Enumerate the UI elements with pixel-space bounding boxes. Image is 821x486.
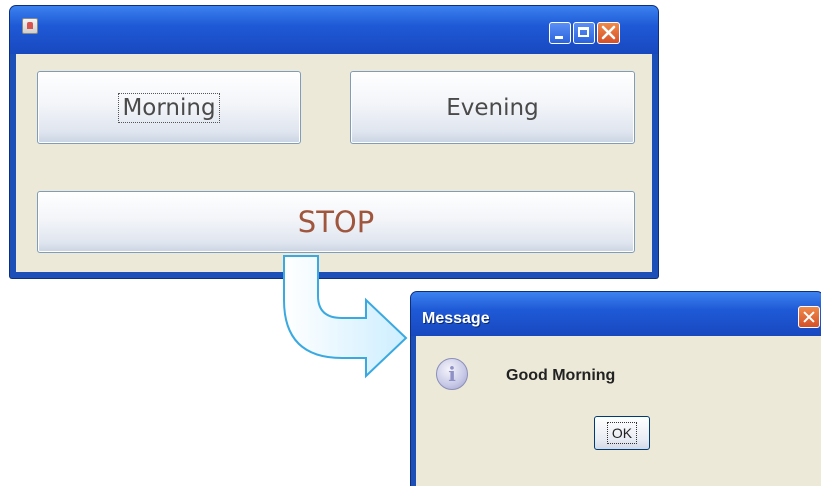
ok-button-label: OK bbox=[606, 422, 638, 444]
dialog-titlebar[interactable]: Message bbox=[411, 292, 821, 336]
dialog-close-button[interactable] bbox=[798, 306, 820, 328]
dialog-client-area: i Good Morning OK bbox=[416, 336, 821, 486]
ok-button[interactable]: OK bbox=[594, 416, 650, 450]
dialog-title: Message bbox=[422, 310, 490, 327]
info-icon: i bbox=[436, 358, 468, 390]
dialog-message: Good Morning bbox=[506, 367, 616, 384]
message-dialog: Message i Good Morning OK bbox=[411, 292, 821, 486]
